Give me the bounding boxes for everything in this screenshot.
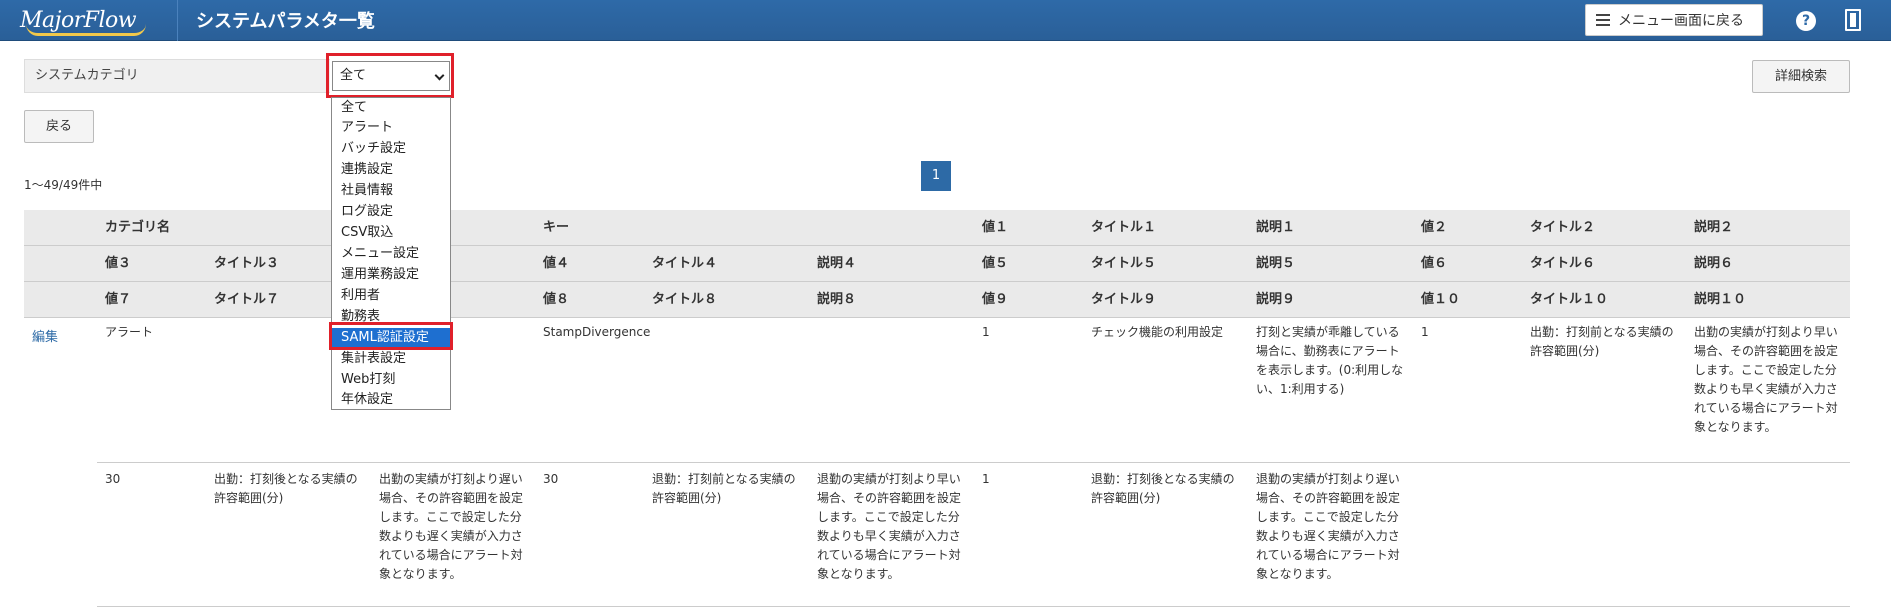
row1-value1: 1	[982, 325, 990, 339]
hamburger-icon	[1596, 14, 1610, 26]
header-value6: 値６	[1421, 256, 1448, 271]
header-title2: タイトル２	[1530, 220, 1596, 235]
header-value10: 値１０	[1421, 292, 1461, 307]
category-select-value: 全て	[340, 68, 367, 83]
row1-value2: 1	[1421, 325, 1429, 339]
majorflow-logo[interactable]: MajorFlow	[0, 0, 178, 41]
row2-title5: 退勤：打刻後となる実績の許容範囲(分)	[1091, 472, 1235, 505]
header-title10: タイトル１０	[1530, 292, 1609, 307]
category-label: システムカテゴリ	[24, 59, 330, 93]
row2-value4: 30	[543, 472, 559, 486]
header-value8: 値８	[543, 292, 570, 307]
dropdown-option[interactable]: 年休設定	[332, 390, 450, 410]
header-value3: 値３	[105, 256, 132, 271]
back-button[interactable]: 戻る	[24, 110, 94, 143]
header-value4: 値４	[543, 256, 570, 271]
header-value2: 値２	[1421, 220, 1448, 235]
menu-back-label: メニュー画面に戻る	[1618, 13, 1744, 29]
row1-key: StampDivergence	[543, 325, 651, 339]
header-category: カテゴリ名	[105, 220, 171, 235]
dropdown-option[interactable]: アラート	[332, 118, 450, 138]
header-value7: 値７	[105, 292, 132, 307]
menu-back-button[interactable]: メニュー画面に戻る	[1585, 4, 1763, 36]
header-title4: タイトル４	[652, 256, 718, 271]
dropdown-option[interactable]: バッチ設定	[332, 139, 450, 159]
header-row-3: 値７ タイトル７ 値８ タイトル８ 説明８ 値９ タイトル９ 説明９ 値１０ タ…	[24, 282, 1850, 318]
chevron-down-icon	[434, 70, 445, 81]
row1-category: アラート	[105, 325, 154, 339]
dropdown-option[interactable]: 全て	[332, 98, 450, 118]
category-dropdown-list: 全て アラート バッチ設定 連携設定 社員情報 ログ設定 CSV取込 メニュー設…	[331, 97, 451, 410]
header-title9: タイトル９	[1091, 292, 1157, 307]
header-title5: タイトル５	[1091, 256, 1157, 271]
row2-desc3: 出勤の実績が打刻より遅い場合、その許容範囲を設定します。ここで設定した分数よりも…	[379, 472, 524, 581]
dropdown-option[interactable]: 連携設定	[332, 160, 450, 180]
result-count: 1〜49/49件中	[24, 178, 103, 192]
header-title7: タイトル７	[214, 292, 280, 307]
header-desc2: 説明２	[1694, 220, 1734, 235]
header-row-2: 値３ タイトル３ 値４ タイトル４ 説明４ 値５ タイトル５ 説明５ 値６ タイ…	[24, 246, 1850, 282]
page-number-1[interactable]: 1	[921, 161, 951, 191]
edit-link[interactable]: 編集	[32, 326, 58, 345]
header-value9: 値９	[982, 292, 1009, 307]
header-desc8: 説明８	[817, 292, 857, 307]
row1-desc1: 打刻と実績が乖離している場合に、勤務表にアラートを表示します。(0:利用しない、…	[1256, 325, 1404, 396]
header-desc6: 説明６	[1694, 256, 1734, 271]
help-icon[interactable]: ?	[1796, 11, 1816, 31]
header-row-1: カテゴリ名 キー 値１ タイトル１ 説明１ 値２ タイトル２ 説明２	[24, 210, 1850, 246]
category-select[interactable]: 全て	[332, 61, 450, 91]
dropdown-option[interactable]: CSV取込	[332, 223, 450, 243]
row-separator	[97, 606, 1850, 607]
header-title3: タイトル３	[214, 256, 280, 271]
header-desc1: 説明１	[1256, 220, 1296, 235]
row1-title2: 出勤：打刻前となる実績の許容範囲(分)	[1530, 325, 1674, 358]
logout-icon[interactable]	[1845, 9, 1861, 31]
header-title6: タイトル６	[1530, 256, 1596, 271]
dropdown-option[interactable]: 社員情報	[332, 181, 450, 201]
dropdown-option[interactable]: 利用者	[332, 286, 450, 306]
dropdown-option[interactable]: Web打刻	[332, 370, 450, 390]
row2-value3: 30	[105, 472, 121, 486]
row2-title4: 退勤：打刻前となる実績の許容範囲(分)	[652, 472, 796, 505]
header-title8: タイトル８	[652, 292, 718, 307]
header-value1: 値１	[982, 220, 1009, 235]
row2-desc5: 退勤の実績が打刻より遅い場合、その許容範囲を設定します。ここで設定した分数よりも…	[1256, 472, 1401, 581]
saml-highlight-box	[329, 322, 453, 350]
row2-title3: 出勤：打刻後となる実績の許容範囲(分)	[214, 472, 358, 505]
logo-swoosh-icon	[26, 24, 146, 36]
detail-search-button[interactable]: 詳細検索	[1752, 60, 1850, 93]
dropdown-option[interactable]: 集計表設定	[332, 349, 450, 369]
row1-title1: チェック機能の利用設定	[1091, 325, 1224, 339]
row2-value5: 1	[982, 472, 990, 486]
dropdown-option[interactable]: メニュー設定	[332, 244, 450, 264]
header-title1: タイトル１	[1091, 220, 1157, 235]
dropdown-option[interactable]: ログ設定	[332, 202, 450, 222]
header-desc4: 説明４	[817, 256, 857, 271]
header-desc9: 説明９	[1256, 292, 1296, 307]
row1-desc2: 出勤の実績が打刻より早い場合、その許容範囲を設定します。ここで設定した分数よりも…	[1694, 325, 1839, 434]
page-title: システムパラメタ一覧	[196, 11, 375, 32]
row-separator	[97, 462, 1850, 463]
header-value5: 値５	[982, 256, 1009, 271]
header-desc5: 説明５	[1256, 256, 1296, 271]
header-key: キー	[543, 220, 570, 235]
dropdown-option[interactable]: 運用業務設定	[332, 265, 450, 285]
row2-desc4: 退勤の実績が打刻より早い場合、その許容範囲を設定します。ここで設定した分数よりも…	[817, 472, 962, 581]
header-desc10: 説明１０	[1694, 292, 1747, 307]
